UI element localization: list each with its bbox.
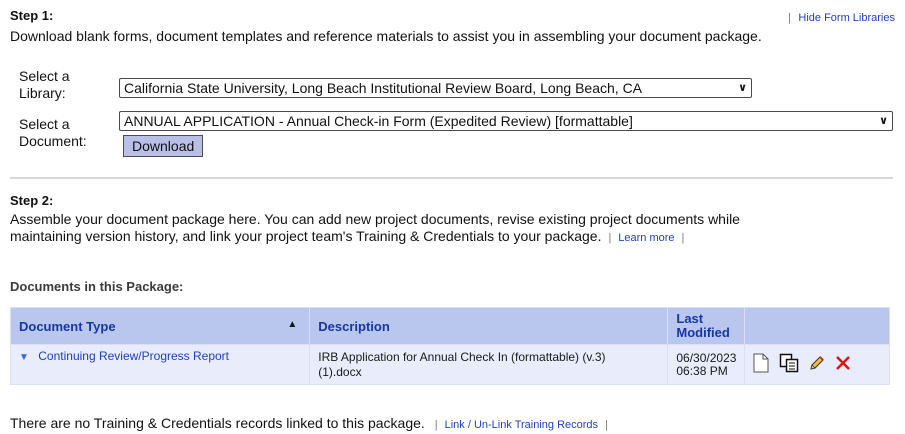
documents-heading: Documents in this Package: [10, 279, 184, 294]
column-last-modified-line2: Modified [676, 325, 730, 340]
step1-heading: Step 1: [10, 8, 54, 23]
expand-triangle-icon[interactable]: ▼ [19, 352, 29, 363]
library-label: Select a Library: [19, 68, 70, 102]
chevron-down-icon: ∨ [879, 115, 888, 127]
column-last-modified[interactable]: Last Modified [667, 307, 746, 345]
document-select[interactable]: ANNUAL APPLICATION - Annual Check-in For… [119, 111, 893, 131]
hide-form-libraries-link[interactable]: Hide Form Libraries [798, 12, 895, 24]
column-document-type-label: Document Type [19, 318, 116, 334]
column-description[interactable]: Description [309, 307, 669, 345]
separator: | [605, 232, 615, 244]
training-status: There are no Training & Credentials reco… [10, 414, 608, 434]
cell-last-modified: 06/30/2023 06:38 PM [667, 344, 746, 385]
copy-icon[interactable] [779, 353, 799, 376]
separator: | [601, 419, 608, 431]
separator: | [678, 232, 685, 244]
column-document-type[interactable]: Document Type ▲ [9, 307, 311, 345]
pencil-icon[interactable] [808, 354, 826, 375]
learn-more-link[interactable]: Learn more [618, 232, 674, 244]
cell-document-type: ▼ Continuing Review/Progress Report [9, 344, 311, 385]
separator: | [428, 419, 441, 431]
document-label-line2: Document: [19, 133, 87, 149]
description-line2: (1).docx [318, 364, 362, 379]
cell-actions [744, 344, 890, 385]
modified-date: 06/30/2023 [676, 350, 737, 365]
library-label-line1: Select a [19, 68, 70, 84]
library-select-value: California State University, Long Beach … [124, 80, 643, 96]
document-select-value: ANNUAL APPLICATION - Annual Check-in For… [124, 113, 633, 129]
library-label-line2: Library: [19, 85, 66, 101]
library-select[interactable]: California State University, Long Beach … [119, 78, 752, 98]
modified-time: 06:38 PM [676, 363, 728, 378]
document-type-link[interactable]: Continuing Review/Progress Report [38, 349, 229, 363]
step2-description-line2: maintaining version history, and link yo… [10, 227, 684, 247]
document-icon[interactable] [753, 353, 769, 376]
column-last-modified-line1: Last [676, 311, 704, 326]
training-message: There are no Training & Credentials reco… [10, 415, 425, 431]
delete-icon[interactable] [835, 355, 851, 374]
sort-ascending-icon[interactable]: ▲ [287, 319, 297, 330]
table-header-row: Document Type ▲ Description Last Modifie… [9, 307, 890, 345]
step1-description: Download blank forms, document templates… [10, 28, 762, 44]
hide-form-libraries: | Hide Form Libraries [788, 8, 895, 26]
chevron-down-icon: ∨ [738, 82, 747, 94]
description-line1: IRB Application for Annual Check In (for… [318, 349, 606, 364]
documents-table: Document Type ▲ Description Last Modifie… [9, 307, 890, 385]
step2-description-text: maintaining version history, and link yo… [10, 228, 602, 244]
separator: | [788, 12, 794, 24]
link-training-records-link[interactable]: Link / Un-Link Training Records [445, 419, 598, 431]
cell-description: IRB Application for Annual Check In (for… [309, 344, 669, 385]
step2-heading: Step 2: [10, 193, 54, 208]
section-divider [10, 177, 893, 179]
document-label: Select a Document: [19, 116, 87, 150]
step2-description-line1: Assemble your document package here. You… [10, 211, 740, 227]
column-description-label: Description [318, 318, 390, 334]
column-actions [744, 307, 890, 345]
table-row: ▼ Continuing Review/Progress Report IRB … [9, 344, 890, 385]
download-button[interactable]: Download [123, 135, 204, 157]
document-label-line1: Select a [19, 116, 70, 132]
